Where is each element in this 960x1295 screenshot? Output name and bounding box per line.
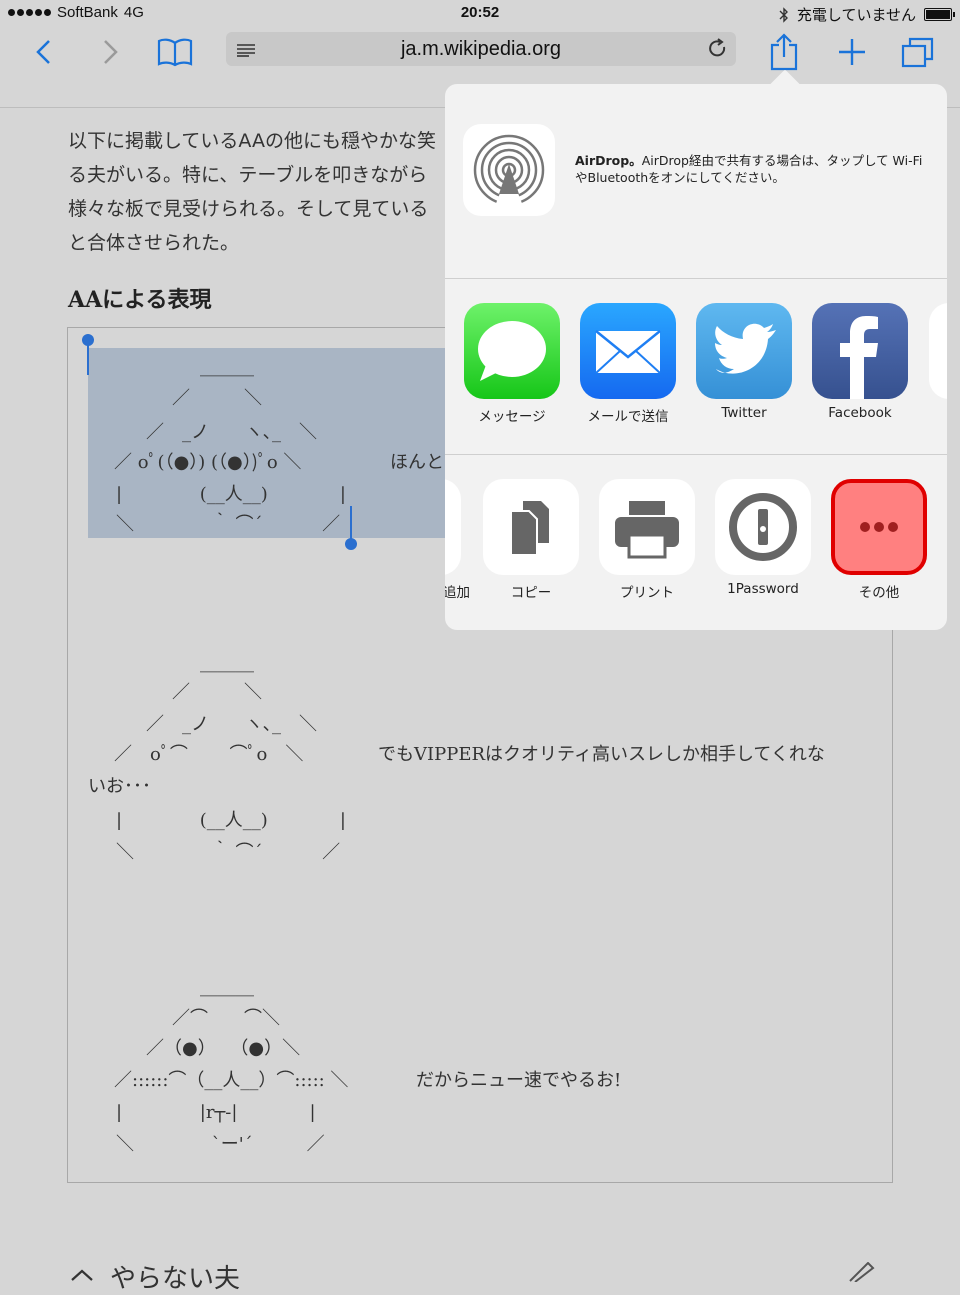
action-partial-tile[interactable] [445,479,461,575]
address-bar[interactable]: ja.m.wikipedia.org [226,32,736,66]
charging-status: 充電していません [796,7,916,24]
aa3-line: ／（●） （●）＼ [146,1038,301,1059]
share-facebook-label: Facebook [828,405,892,421]
action-more-label: その他 [858,585,900,601]
share-facebook[interactable]: Facebook [810,303,910,421]
chevron-up-icon[interactable] [70,1268,94,1282]
action-1password-label: 1Password [727,581,799,597]
aa3-text: だからニュー速でやるお! [416,1070,622,1091]
aa2-line: ／ _ノ ヽ､_ ＼ [146,714,317,735]
action-copy[interactable]: コピー [481,479,581,601]
copy-icon [483,479,579,575]
more-icon [831,479,927,575]
share-actions-row: 追加 コピー プリント 1Password その他 [445,455,947,630]
aa3-line: ／⌒ ⌒＼ [172,1008,280,1029]
facebook-icon [812,303,908,399]
back-button[interactable] [22,30,66,74]
battery-icon [924,8,955,21]
status-bar: SoftBank 4G 20:52 充電していません [0,0,960,26]
aa1-line: ／ oﾟ(（●）) (（●）)ﾟo ＼ [114,452,302,473]
url-text: ja.m.wikipedia.org [400,38,562,60]
reload-icon[interactable] [708,38,728,64]
forward-icon [104,40,118,64]
action-print[interactable]: プリント [597,479,697,601]
new-tab-button[interactable] [830,30,874,74]
selection-end-bar [350,506,352,540]
selection-end-handle[interactable] [345,538,357,550]
share-mail-label: メールで送信 [587,409,669,425]
action-copy-label: コピー [510,585,552,601]
share-twitter-label: Twitter [721,405,767,421]
edit-pencil-icon[interactable] [846,1262,876,1282]
printer-icon [599,479,695,575]
aa1-line: ／ ＼ [172,388,262,409]
aa1-text: ほんと [390,452,444,473]
1password-icon [715,479,811,575]
action-more[interactable]: その他 [829,479,929,601]
share-button[interactable] [762,30,806,74]
collapsed-section-heading[interactable]: やらない夫 [110,1258,240,1295]
forward-button[interactable] [88,30,132,74]
tabs-icon [901,37,934,68]
aa1-line: ＼ ｀ ⌒´ ／ [116,514,341,535]
aa3-line: ＼ `ー'´ ／ [116,1134,325,1155]
action-add-label[interactable]: 追加 [445,581,470,601]
bookmarks-icon [157,38,193,67]
back-icon [36,40,50,64]
selection-start-bar [87,343,89,375]
aa2-text-wrap: いお･･･ [88,776,151,797]
share-twitter[interactable]: Twitter [694,303,794,421]
browser-toolbar: ja.m.wikipedia.org [0,26,960,82]
share-messages-label: メッセージ [478,409,546,425]
aa2-text: でもVIPPERはクオリティ高いスレしか相手してくれな [378,744,825,765]
share-messages[interactable]: メッセージ [462,303,562,425]
add-icon [839,39,865,65]
tabs-button[interactable] [896,30,940,74]
aa2-line: | (__人__) | [116,810,346,831]
bluetooth-icon [779,6,788,23]
aa1-line: ＿＿＿ [200,358,254,379]
share-apps-row: メッセージ メールで送信 Twitter Facebook [445,279,947,455]
aa2-line: ／ oﾟ⌒ ⌒ﾟo ＼ [114,744,304,765]
action-print-label: プリント [620,585,674,601]
bookmarks-button[interactable] [153,30,197,74]
airdrop-description: AirDrop。AirDrop経由で共有する場合は、タップして Wi-FiやBl… [575,152,925,186]
share-icon [770,33,798,71]
share-mail[interactable]: メールで送信 [578,303,678,425]
aa1-line: ／ _ノ ヽ､_ ＼ [146,422,317,443]
share-app-partial[interactable] [929,303,947,399]
action-1password[interactable]: 1Password [713,479,813,597]
share-sheet: AirDrop。AirDrop経由で共有する場合は、タップして Wi-FiやBl… [445,84,947,630]
aa3-line: ＿＿＿ [200,978,254,999]
aa3-line: ／::::::⌒（__人__）⌒::::: ＼ [114,1070,349,1091]
twitter-bird-icon [696,303,792,399]
section-heading: AAによる表現 [68,287,212,313]
mail-icon [580,303,676,399]
aa1-line: | (__人__) | [116,484,346,505]
selection-start-handle[interactable] [82,334,94,346]
aa2-line: ＼ ｀ ⌒´ ／ [116,842,341,863]
messages-icon [464,303,560,399]
aa3-line: | |r┬-| | [116,1102,316,1123]
airdrop-row[interactable]: AirDrop。AirDrop経由で共有する場合は、タップして Wi-FiやBl… [445,84,947,279]
airdrop-title: AirDrop。 [575,153,642,168]
aa2-line: ／ ＼ [172,682,262,703]
airdrop-icon[interactable] [463,124,555,216]
